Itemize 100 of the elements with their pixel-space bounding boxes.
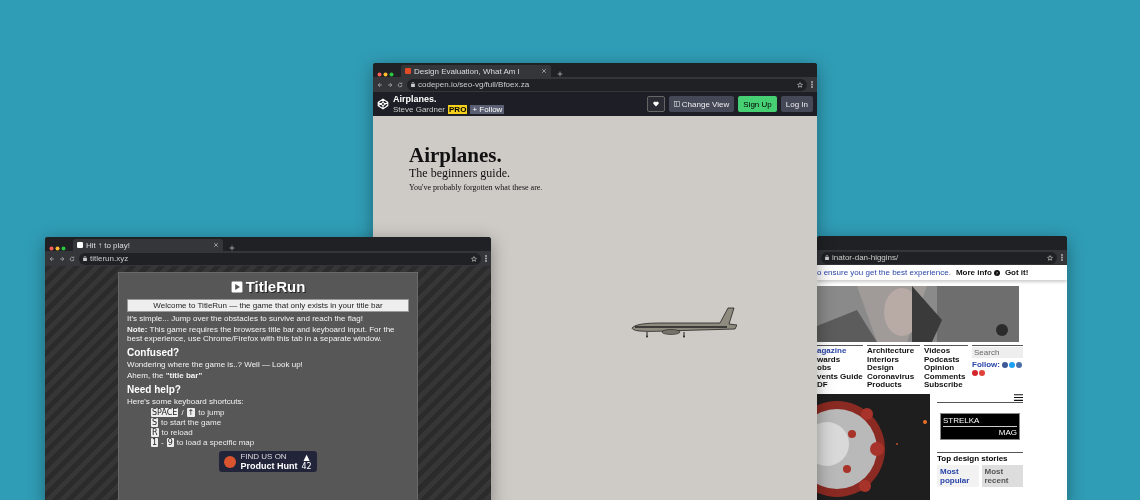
keyboard-key: ↑: [186, 408, 196, 417]
nav-link[interactable]: wards: [817, 355, 863, 365]
heart-icon: [652, 101, 659, 107]
favicon-icon: [77, 242, 83, 248]
new-tab-icon[interactable]: [229, 245, 235, 251]
key-separator: /: [181, 408, 184, 417]
follow-button[interactable]: + Follow: [470, 105, 505, 114]
forward-arrow-icon[interactable]: [387, 81, 393, 88]
nav-link[interactable]: Interiors: [867, 355, 920, 365]
info-text: Note: This game requires the browsers title bar and keyboard input. For the best experience, use Chrome/Firefox with this tab in a separate window.: [127, 325, 396, 343]
keyboard-key: R: [151, 428, 159, 437]
reload-icon[interactable]: [69, 255, 75, 262]
stories-tab[interactable]: Most popular: [937, 464, 979, 487]
strelka-ad[interactable]: STRELKA MAG: [940, 412, 1020, 440]
social-icon[interactable]: [1016, 361, 1022, 368]
like-button[interactable]: [646, 96, 665, 112]
page-subheading: The beginners guide.: [409, 166, 511, 180]
lock-icon: [411, 82, 415, 87]
star-icon[interactable]: [797, 81, 803, 88]
keyboard-key: S: [151, 418, 159, 427]
play-logo-icon: [230, 280, 243, 293]
arrow-circle-icon: [993, 269, 1000, 276]
window-controls-icon[interactable]: [377, 72, 395, 77]
badge-caption: FIND US ON: [240, 452, 288, 461]
logo-icon[interactable]: [377, 98, 389, 110]
upvote-arrow: ▲: [303, 452, 310, 462]
browser-tab[interactable]: Hit ↑ to play!: [73, 239, 223, 251]
lock-icon: [83, 256, 87, 261]
social-icon[interactable]: [1009, 361, 1015, 368]
address-bar[interactable]: titlerun.xyz: [79, 252, 481, 265]
forward-arrow-icon[interactable]: [59, 255, 65, 262]
lock-icon: [825, 255, 829, 260]
nav-link[interactable]: agazine: [817, 347, 863, 356]
close-icon[interactable]: [541, 68, 547, 74]
info-text: Ahem, the "title bar": [127, 371, 204, 380]
stories-tab[interactable]: Most recent: [981, 464, 1023, 487]
menu-icon[interactable]: [1014, 393, 1023, 401]
keyboard-key: 9: [166, 438, 174, 447]
keyboard-key: SPACE: [151, 408, 179, 417]
social-icon[interactable]: [972, 370, 978, 376]
sign-up-button[interactable]: Sign Up: [738, 96, 777, 112]
info-text: Here's some keyboard shortcuts:: [127, 397, 245, 406]
nav-link[interactable]: obs: [817, 364, 863, 373]
upvote-count: 42: [301, 461, 312, 471]
ad-title: STRELKA: [943, 415, 981, 425]
browser-tab[interactable]: Design Evaluation, What Am I: [401, 65, 551, 77]
address-bar[interactable]: codepen.io/seo-vg/full/Bfoex.za: [407, 78, 807, 91]
badge-title: Product Hunt: [240, 461, 298, 471]
search-field[interactable]: Search: [972, 347, 1023, 358]
nav-link[interactable]: Design: [867, 364, 920, 373]
nav-link[interactable]: Videos: [924, 347, 968, 356]
layout-icon: [673, 101, 680, 107]
got-it-button[interactable]: Got it!: [1004, 268, 1029, 277]
product-hunt-badge[interactable]: FIND US ON Product Hunt ▲ 42: [219, 451, 317, 472]
nav-link[interactable]: Architecture: [867, 347, 920, 356]
more-info-link[interactable]: More info: [955, 268, 1000, 277]
social-icon[interactable]: [979, 370, 985, 376]
back-arrow-icon[interactable]: [377, 81, 383, 88]
nav-link[interactable]: vents Guide: [817, 372, 863, 382]
change-view-button[interactable]: Change View: [668, 96, 735, 112]
nav-link[interactable]: DF: [817, 381, 863, 390]
key-separator: -: [161, 438, 164, 447]
shortcut-description: to start the game: [161, 418, 222, 427]
star-icon[interactable]: [1047, 254, 1053, 261]
section-heading: Confused?: [127, 347, 181, 358]
nav-link[interactable]: Coronavirus: [867, 372, 920, 382]
shortcut-description: to jump: [198, 408, 225, 417]
airplane-icon: [629, 306, 737, 338]
reload-icon[interactable]: [397, 81, 403, 88]
product-hunt-logo-icon: [224, 455, 237, 468]
social-icon[interactable]: [1002, 361, 1008, 368]
close-icon[interactable]: [213, 242, 219, 248]
page-heading: Airplanes.: [409, 144, 503, 166]
nav-link[interactable]: Products: [867, 381, 920, 390]
log-in-button[interactable]: Log In: [780, 96, 813, 112]
nav-link[interactable]: Podcasts: [924, 355, 968, 365]
pro-badge: PRO: [448, 105, 468, 114]
new-tab-icon[interactable]: [557, 71, 563, 77]
ad-subtitle: MAG: [998, 427, 1017, 437]
follow-label: Follow:: [972, 360, 1000, 369]
keyboard-key: 1: [151, 438, 159, 447]
nav-link[interactable]: Subscribe: [924, 381, 968, 390]
star-icon[interactable]: [471, 255, 477, 262]
shortcut-description: to reload: [161, 428, 193, 437]
info-text: Wondering where the game is..? Well — Look up!: [127, 360, 304, 369]
shortcut-description: to load a specific map: [176, 438, 255, 447]
nav-link[interactable]: Comments: [924, 372, 968, 382]
pen-title: Airplanes.: [393, 94, 438, 104]
author-name[interactable]: Steve Gardner: [393, 105, 446, 114]
welcome-banner: Welcome to TitleRun — the game that only exists in your title bar: [127, 299, 409, 312]
info-text: It's simple... Jump over the obstacles to survive and reach the flag!: [127, 314, 364, 323]
stories-heading: Top design stories: [937, 453, 1009, 463]
back-arrow-icon[interactable]: [49, 255, 55, 262]
address-bar[interactable]: inator-dan-higgins/: [821, 251, 1057, 264]
favicon-icon: [405, 68, 411, 74]
logo-text: TitleRun: [245, 278, 306, 295]
window-controls-icon[interactable]: [49, 246, 67, 251]
section-heading: Need help?: [127, 384, 182, 395]
page-tagline: You've probably forgotten what these are.: [409, 183, 544, 192]
nav-link[interactable]: Opinion: [924, 364, 968, 373]
